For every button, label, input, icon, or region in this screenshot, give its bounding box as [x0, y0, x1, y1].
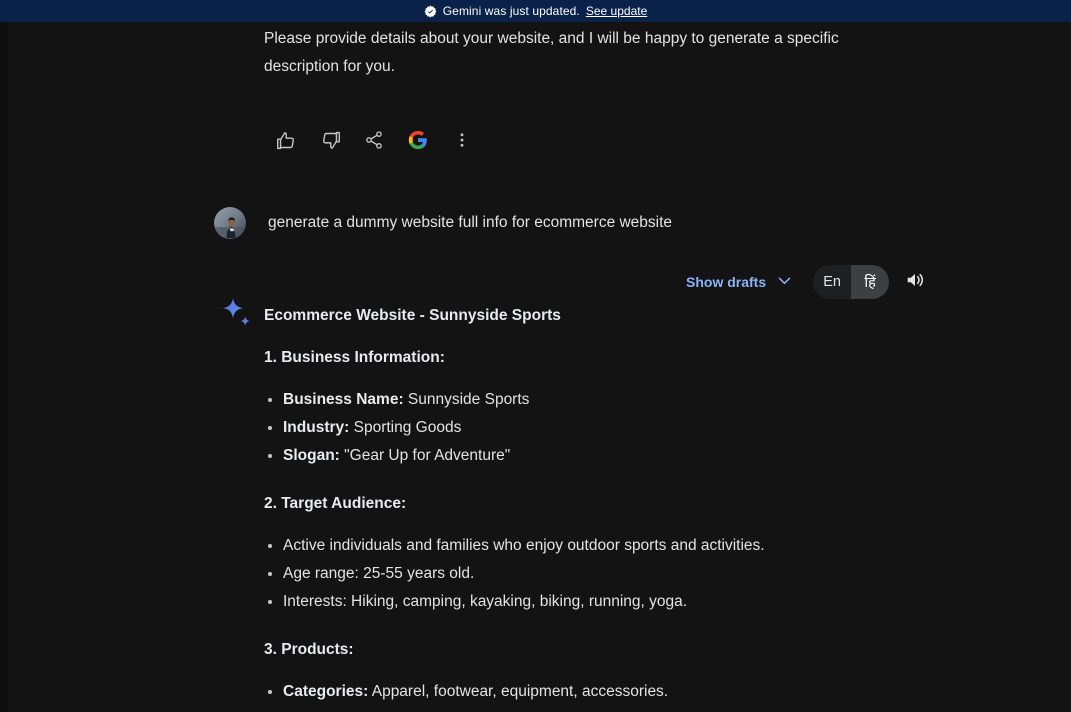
section-heading: 3. Products:: [264, 641, 354, 658]
answer-controls-row: Show drafts En हिं: [678, 262, 935, 302]
list-item: Age range: 25-55 years old.: [264, 560, 964, 588]
list-item: Slogan: "Gear Up for Adventure": [264, 442, 964, 470]
list-item-value: Age range: 25-55 years old.: [283, 565, 475, 582]
answer-title: Ecommerce Website - Sunnyside Sports: [264, 307, 561, 324]
see-update-link[interactable]: See update: [586, 4, 647, 18]
section-list: Business Name: Sunnyside Sports Industry…: [264, 386, 964, 470]
thumb-up-icon: [276, 130, 297, 151]
section-list: Categories: Apparel, footwear, equipment…: [264, 678, 964, 706]
language-option-en[interactable]: En: [813, 265, 852, 299]
list-item-value: Sporting Goods: [349, 419, 462, 436]
show-drafts-label: Show drafts: [686, 274, 767, 290]
language-option-hi[interactable]: हिं: [851, 265, 890, 299]
share-button[interactable]: [352, 118, 396, 162]
list-item: Categories: Apparel, footwear, equipment…: [264, 678, 964, 706]
thumb-down-button[interactable]: [308, 118, 352, 162]
list-item-label: Slogan:: [283, 447, 340, 464]
list-item: Active individuals and families who enjo…: [264, 532, 964, 560]
list-item-value: "Gear Up for Adventure": [339, 447, 511, 464]
list-item-value: Interests: Hiking, camping, kayaking, bi…: [283, 593, 688, 610]
answer-section-3: 3. Products: Categories: Apparel, footwe…: [264, 638, 964, 706]
answer-section-2: 2. Target Audience: Active individuals a…: [264, 492, 964, 616]
user-avatar[interactable]: [214, 207, 246, 239]
section-list: Active individuals and families who enjo…: [264, 532, 964, 616]
list-item: Industry: Sporting Goods: [264, 414, 964, 442]
chevron-down-icon: [776, 272, 793, 292]
google-search-button[interactable]: [396, 118, 440, 162]
section-heading: 1. Business Information:: [264, 349, 445, 366]
list-item: Interests: Hiking, camping, kayaking, bi…: [264, 588, 964, 616]
user-prompt-row: generate a dummy website full info for e…: [214, 207, 1014, 239]
list-item-value: Sunnyside Sports: [403, 391, 530, 408]
show-drafts-button[interactable]: Show drafts: [678, 266, 801, 298]
section-heading: 2. Target Audience:: [264, 495, 407, 512]
list-item-value: Apparel, footwear, equipment, accessorie…: [368, 683, 669, 700]
more-vert-icon: [453, 131, 471, 149]
list-item-label: Categories:: [283, 683, 369, 700]
google-g-icon: [408, 130, 428, 150]
more-options-button[interactable]: [440, 118, 484, 162]
thumb-down-icon: [320, 130, 341, 151]
gemini-sparkle-icon: [218, 296, 256, 334]
update-banner: Gemini was just updated. See update: [0, 0, 1071, 22]
language-toggle[interactable]: En हिं: [813, 265, 890, 299]
left-rail: [0, 22, 8, 712]
list-item-value: Active individuals and families who enjo…: [283, 537, 765, 554]
previous-answer-paragraph: Please provide details about your websit…: [264, 30, 839, 75]
speak-answer-button[interactable]: [895, 262, 935, 302]
speaker-icon: [904, 269, 926, 296]
conversation-scroll-area[interactable]: Please provide details about your websit…: [8, 22, 1071, 712]
answer-section-1: 1. Business Information: Business Name: …: [264, 346, 964, 470]
answer-body: Ecommerce Website - Sunnyside Sports 1. …: [264, 304, 964, 706]
banner-text: Gemini was just updated.: [442, 4, 580, 18]
list-item: Business Name: Sunnyside Sports: [264, 386, 964, 414]
share-icon: [364, 130, 384, 150]
user-prompt-text: generate a dummy website full info for e…: [268, 214, 673, 231]
message-actions-row: [264, 118, 484, 162]
list-item-label: Business Name:: [283, 391, 404, 408]
list-item-label: Industry:: [283, 419, 350, 436]
thumb-up-button[interactable]: [264, 118, 308, 162]
verified-check-icon: [424, 5, 437, 18]
